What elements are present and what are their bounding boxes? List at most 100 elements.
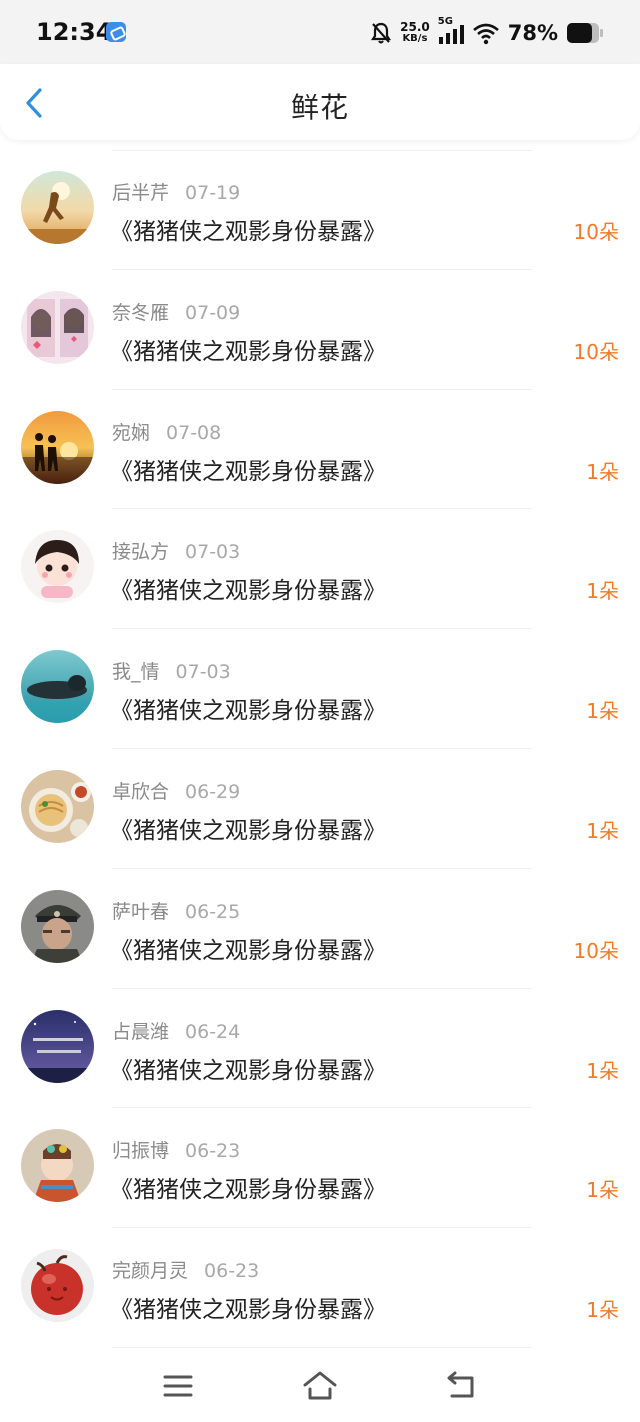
flower-count: 1朵: [586, 1298, 619, 1323]
page-title: 鲜花: [290, 91, 349, 124]
divider: [112, 1346, 532, 1348]
book-title: 《猪猪侠之观影身份暴露》: [110, 458, 386, 485]
list-item[interactable]: 萨叶春 06-25 《猪猪侠之观影身份暴露》 10朵: [0, 869, 640, 989]
avatar[interactable]: [21, 889, 94, 963]
mute-icon: [370, 21, 392, 45]
avatar[interactable]: [21, 1129, 94, 1203]
avatar-image: [21, 530, 94, 604]
avatar[interactable]: [21, 1009, 94, 1083]
avatar[interactable]: [21, 1249, 94, 1323]
signal-icon: 5G: [438, 16, 464, 46]
date: 07-03: [175, 661, 231, 684]
list-item[interactable]: 后半芹 07-19 《猪猪侠之观影身份暴露》 10朵: [0, 150, 640, 270]
home-button[interactable]: [302, 1368, 338, 1404]
network-speed: 25.0 KB/s: [400, 20, 430, 44]
user-line: 归振博 06-23: [112, 1136, 240, 1163]
book-title: 《猪猪侠之观影身份暴露》: [110, 219, 386, 245]
user-line: 接弘方 07-03: [112, 537, 240, 564]
app-notification-icon: [106, 22, 126, 42]
avatar[interactable]: [21, 410, 94, 484]
avatar[interactable]: [21, 650, 94, 724]
user-line: 后半芹 07-19: [112, 178, 240, 205]
menu-button[interactable]: [160, 1368, 196, 1404]
flower-count: 1朵: [586, 818, 619, 843]
status-indicators: 25.0 KB/s 5G 78%: [370, 16, 604, 48]
avatar[interactable]: [21, 290, 94, 364]
book-title: 《猪猪侠之观影身份暴露》: [110, 1297, 386, 1324]
flower-count: 1朵: [586, 699, 619, 724]
username: 卓欣合: [112, 780, 170, 803]
avatar-image: [21, 410, 94, 484]
flower-count: 10朵: [573, 220, 619, 244]
date: 06-23: [185, 1140, 241, 1163]
avatar-image: [21, 1129, 94, 1203]
navigation-bar: [0, 1350, 640, 1422]
username: 萨叶春: [112, 900, 170, 923]
username: 归振博: [112, 1140, 170, 1163]
avatar-image: [21, 769, 94, 843]
user-line: 宛娴 07-08: [112, 418, 221, 445]
battery-icon: [566, 22, 604, 44]
list-item[interactable]: 归振博 06-23 《猪猪侠之观影身份暴露》 1朵: [0, 1108, 640, 1229]
avatar-image: [21, 1249, 94, 1323]
avatar-image: [21, 1009, 94, 1083]
list-item[interactable]: 接弘方 07-03 《猪猪侠之观影身份暴露》 1朵: [0, 509, 640, 630]
flower-count: 1朵: [586, 1178, 619, 1203]
avatar-image: [21, 171, 94, 244]
date: 07-09: [185, 301, 241, 324]
avatar[interactable]: [21, 530, 94, 604]
status-bar: 12:34 25.0 KB/s 5G 78%: [0, 0, 640, 64]
list-item[interactable]: 卓欣合 06-29 《猪猪侠之观影身份暴露》 1朵: [0, 749, 640, 869]
username: 后半芹: [112, 182, 170, 204]
avatar-image: [21, 889, 94, 963]
avatar[interactable]: [21, 769, 94, 843]
back-nav-button[interactable]: [444, 1368, 480, 1404]
book-title: 《猪猪侠之观影身份暴露》: [110, 698, 386, 725]
date: 06-29: [185, 780, 241, 803]
book-title: 《猪猪侠之观影身份暴露》: [110, 937, 386, 964]
user-line: 萨叶春 06-25: [112, 897, 240, 924]
username: 占晨潍: [112, 1020, 170, 1043]
date: 06-24: [185, 1020, 241, 1043]
menu-icon: [163, 1375, 193, 1397]
flower-count: 1朵: [586, 579, 619, 604]
date: 06-23: [204, 1260, 260, 1283]
flower-count: 1朵: [586, 459, 619, 484]
battery-percentage: 78%: [507, 21, 558, 45]
date: 07-08: [166, 421, 222, 444]
user-line: 完颜月灵 06-23: [112, 1256, 259, 1283]
network-speed-value: 25.0: [400, 20, 430, 34]
book-title: 《猪猪侠之观影身份暴露》: [110, 1057, 386, 1084]
user-line: 卓欣合 06-29: [112, 777, 240, 804]
flower-count: 10朵: [573, 339, 619, 364]
avatar-image: [21, 290, 94, 364]
book-title: 《猪猪侠之观影身份暴露》: [110, 338, 386, 365]
user-line: 占晨潍 06-24: [112, 1017, 240, 1044]
flower-count: 1朵: [586, 1058, 619, 1083]
list-item[interactable]: 我_情 07-03 《猪猪侠之观影身份暴露》 1朵: [0, 629, 640, 749]
username: 我_情: [112, 661, 160, 684]
username: 接弘方: [112, 541, 170, 564]
list-item[interactable]: 宛娴 07-08 《猪猪侠之观影身份暴露》 1朵: [0, 390, 640, 510]
avatar-image: [21, 650, 94, 724]
book-title: 《猪猪侠之观影身份暴露》: [110, 1177, 386, 1204]
network-type: 5G: [437, 16, 453, 27]
book-title: 《猪猪侠之观影身份暴露》: [110, 817, 386, 844]
username: 奈冬雁: [112, 301, 170, 324]
back-nav-icon: [447, 1371, 474, 1398]
date: 07-03: [185, 541, 241, 564]
flower-list: 后半芹 07-19 《猪猪侠之观影身份暴露》 10朵 奈冬雁 07-09 《猪猪侠之观影身份…: [0, 150, 640, 1348]
flower-count: 10朵: [573, 938, 619, 963]
list-item[interactable]: 完颜月灵 06-23 《猪猪侠之观影身份暴露》 1朵: [0, 1228, 640, 1348]
list-item[interactable]: 占晨潍 06-24 《猪猪侠之观影身份暴露》 1朵: [0, 989, 640, 1109]
list-item[interactable]: 奈冬雁 07-09 《猪猪侠之观影身份暴露》 10朵: [0, 270, 640, 390]
home-icon: [303, 1371, 337, 1400]
book-title: 《猪猪侠之观影身份暴露》: [110, 578, 386, 605]
username: 完颜月灵: [112, 1260, 189, 1283]
username: 宛娴: [112, 421, 151, 444]
date: 06-25: [185, 900, 241, 923]
wifi-icon: [472, 21, 500, 45]
status-time: 12:34: [36, 18, 113, 46]
avatar[interactable]: [21, 171, 94, 244]
user-line: 奈冬雁 07-09: [112, 298, 240, 325]
